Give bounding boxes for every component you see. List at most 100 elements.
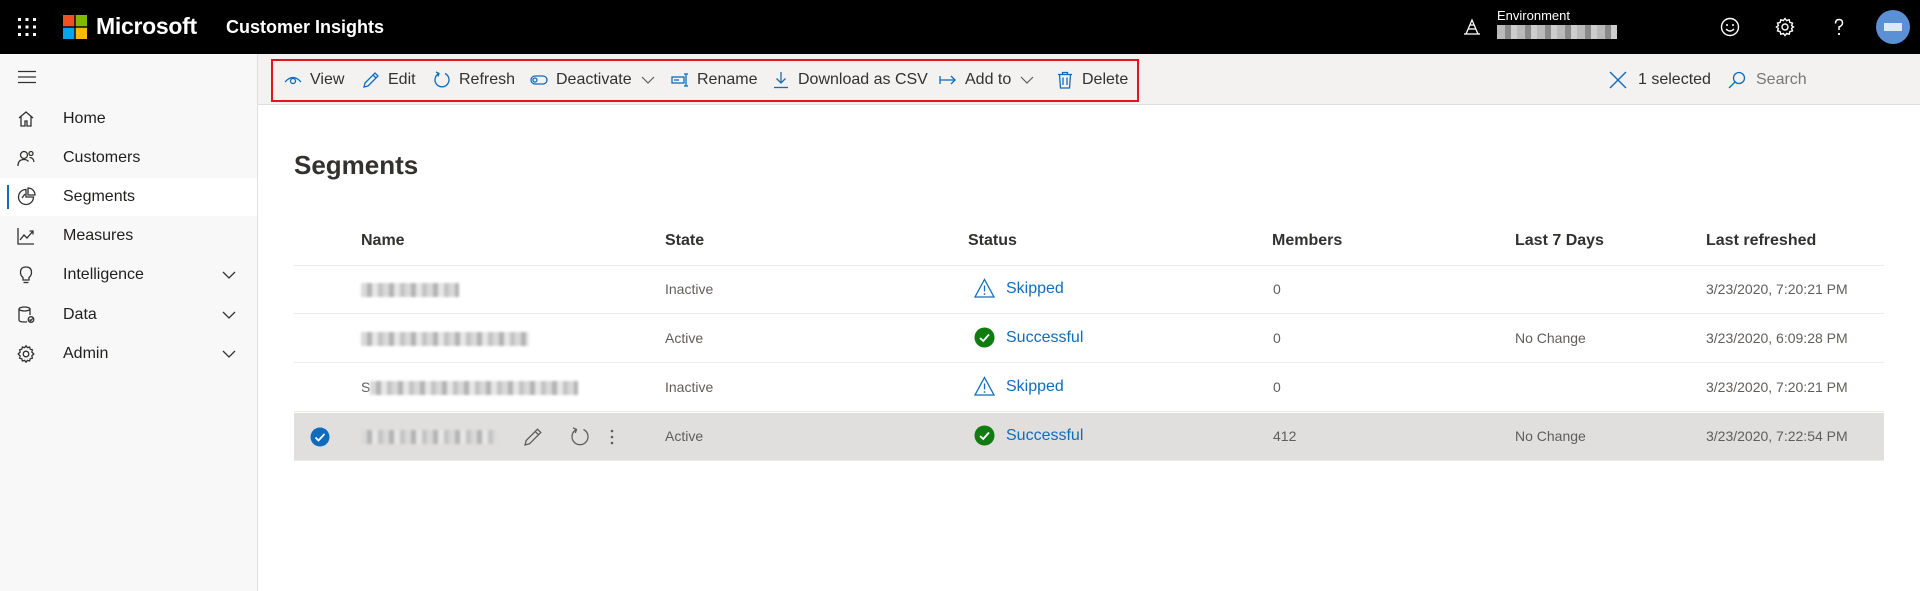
settings-gear-icon[interactable] <box>1773 15 1797 39</box>
view-button[interactable]: View <box>284 54 344 105</box>
delete-label: Delete <box>1082 70 1129 88</box>
status-cell: Skipped <box>974 278 1064 299</box>
refresh-button[interactable]: Refresh <box>433 54 515 105</box>
customers-icon <box>17 150 35 167</box>
sidebar-item-admin[interactable]: Admin <box>0 335 257 373</box>
segment-name-redacted[interactable] <box>370 381 578 395</box>
segment-name-redacted[interactable] <box>361 430 496 444</box>
hamburger-menu-icon[interactable] <box>18 70 36 84</box>
sidebar-item-label: Admin <box>63 345 109 362</box>
members-cell: 0 <box>1273 379 1281 395</box>
column-header-members[interactable]: Members <box>1272 232 1342 250</box>
download-csv-button[interactable]: Download as CSV <box>772 54 928 105</box>
refresh-icon[interactable] <box>569 426 591 448</box>
segment-name-redacted[interactable] <box>361 283 459 297</box>
segment-name-initial[interactable]: S <box>361 379 370 395</box>
arrow-right-to-icon <box>939 75 956 84</box>
trash-icon <box>1058 71 1072 89</box>
add-to-label: Add to <box>965 70 1012 88</box>
more-options-icon[interactable] <box>607 426 617 448</box>
row-checkbox-checked-icon[interactable] <box>310 427 330 447</box>
sidebar-item-intelligence[interactable]: Intelligence <box>0 256 257 294</box>
table-row-selected[interactable]: Active Successful 412 No Change 3/23/202… <box>294 413 1884 461</box>
search-icon <box>1728 71 1746 88</box>
state-cell: Inactive <box>665 379 714 395</box>
column-header-last-7-days[interactable]: Last 7 Days <box>1515 232 1604 250</box>
table-row[interactable]: Inactive Skipped 0 3/23/2020, 7:20:21 PM <box>294 266 1884 314</box>
chevron-down-icon <box>641 76 655 84</box>
state-cell: Inactive <box>665 281 714 297</box>
column-header-name[interactable]: Name <box>361 232 405 250</box>
edit-label: Edit <box>388 70 416 88</box>
download-label: Download as CSV <box>798 70 928 88</box>
table-header: Name State Status Members Last 7 Days La… <box>294 222 1884 266</box>
refresh-label: Refresh <box>459 70 516 88</box>
selected-count: 1 selected <box>1638 70 1711 88</box>
microsoft-logo <box>63 15 87 39</box>
edit-button[interactable]: Edit <box>362 54 416 105</box>
members-cell: 0 <box>1273 281 1281 297</box>
sidebar-item-label: Segments <box>63 188 136 205</box>
search-placeholder: Search <box>1756 70 1807 88</box>
sidebar-item-segments[interactable]: Segments <box>0 178 257 216</box>
status-cell: Successful <box>974 425 1083 446</box>
add-to-button[interactable]: Add to <box>939 54 1034 105</box>
home-icon <box>18 111 34 127</box>
last-refreshed-cell: 3/23/2020, 7:22:54 PM <box>1706 428 1848 444</box>
rename-button[interactable]: Rename <box>671 54 757 105</box>
refresh-icon <box>434 70 450 87</box>
sidebar-item-data[interactable]: Data <box>0 296 257 334</box>
sidebar-item-measures[interactable]: Measures <box>0 217 257 255</box>
segment-name-redacted[interactable] <box>361 332 529 346</box>
left-navigation: Home Customers Segments Measures Intelli… <box>0 54 258 591</box>
check-circle-icon <box>974 425 995 446</box>
clear-selection-button[interactable]: 1 selected <box>1608 54 1711 105</box>
status-cell: Successful <box>974 327 1083 348</box>
column-header-last-refreshed[interactable]: Last refreshed <box>1706 232 1816 250</box>
status-link[interactable]: Skipped <box>1006 378 1064 396</box>
table-row[interactable]: S Inactive Skipped 0 3/23/2020, 7:20:21 … <box>294 364 1884 412</box>
last-refreshed-cell: 3/23/2020, 6:09:28 PM <box>1706 330 1848 346</box>
search-box[interactable]: Search <box>1728 54 1807 105</box>
pencil-icon[interactable] <box>522 426 544 448</box>
warning-icon <box>974 376 995 396</box>
column-header-state[interactable]: State <box>665 232 704 250</box>
sidebar-item-home[interactable]: Home <box>0 100 257 138</box>
brand-name: Microsoft <box>96 13 197 39</box>
app-title[interactable]: Customer Insights <box>226 17 384 38</box>
sidebar-item-label: Home <box>63 110 106 127</box>
status-link[interactable]: Skipped <box>1006 280 1064 298</box>
environment-icon[interactable] <box>1462 17 1482 37</box>
status-link[interactable]: Successful <box>1006 329 1083 347</box>
chevron-down-icon[interactable] <box>221 346 237 362</box>
lightbulb-icon <box>19 266 33 284</box>
table-row[interactable]: Active Successful 0 No Change 3/23/2020,… <box>294 315 1884 363</box>
chevron-down-icon[interactable] <box>221 267 237 283</box>
status-cell: Skipped <box>974 376 1064 397</box>
environment-name-redacted[interactable] <box>1497 25 1617 39</box>
eye-icon <box>284 76 302 84</box>
view-label: View <box>310 70 345 88</box>
sidebar-item-customers[interactable]: Customers <box>0 139 257 177</box>
toggle-off-icon <box>530 74 548 85</box>
last-refreshed-cell: 3/23/2020, 7:20:21 PM <box>1706 281 1848 297</box>
user-avatar[interactable] <box>1876 10 1910 44</box>
members-cell: 0 <box>1273 330 1281 346</box>
segments-icon <box>17 187 36 206</box>
deactivate-button[interactable]: Deactivate <box>530 54 655 105</box>
status-link[interactable]: Successful <box>1006 427 1083 445</box>
column-header-status[interactable]: Status <box>968 232 1017 250</box>
help-icon[interactable] <box>1827 15 1851 39</box>
environment-label: Environment <box>1497 8 1570 23</box>
last-7-days-cell: No Change <box>1515 330 1586 346</box>
chevron-down-icon[interactable] <box>221 307 237 323</box>
app-launcher-icon[interactable] <box>17 17 37 37</box>
last-7-days-cell: No Change <box>1515 428 1586 444</box>
gear-icon <box>17 344 35 364</box>
rename-label: Rename <box>697 70 758 88</box>
feedback-smiley-icon[interactable] <box>1718 15 1742 39</box>
close-icon <box>1609 71 1627 88</box>
sidebar-item-label: Customers <box>63 149 141 166</box>
delete-button[interactable]: Delete <box>1056 54 1128 105</box>
sidebar-item-label: Intelligence <box>63 266 144 283</box>
